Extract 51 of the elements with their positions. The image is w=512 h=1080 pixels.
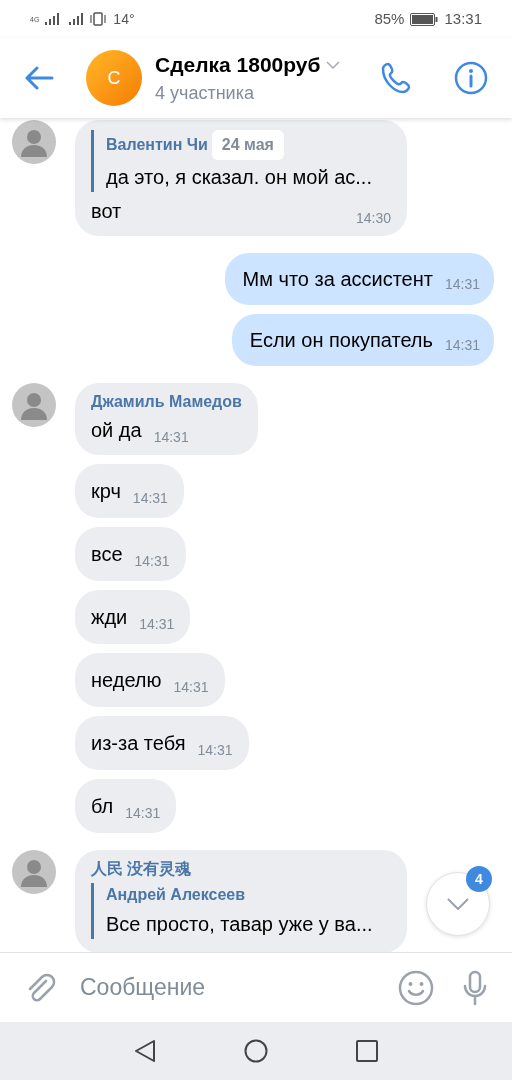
message-text: Мм что за ассистент: [242, 267, 433, 292]
sender-name: 人民 没有灵魂: [91, 858, 193, 879]
message-time: 14:31: [139, 614, 175, 634]
message-time: 14:31: [444, 274, 480, 294]
scroll-down-button[interactable]: [426, 872, 490, 936]
vibrate-icon: [89, 12, 108, 26]
person-silhouette-icon: [19, 127, 49, 157]
battery-percent: 85%: [374, 8, 405, 29]
sender-name: Джамиль Мамедов: [91, 392, 242, 412]
message-time: 14:31: [197, 740, 233, 760]
reply-text: Все просто, тавар уже у ва...: [106, 912, 374, 938]
message-text: все: [91, 541, 123, 567]
message-text: неделю: [91, 667, 162, 693]
reply-author: Валентин Чи: [106, 135, 208, 155]
message-text: ой да: [91, 417, 142, 443]
home-circle-icon[interactable]: [244, 1039, 268, 1063]
signal-icon: [69, 13, 84, 25]
unread-count-badge: 4: [466, 866, 492, 892]
info-icon[interactable]: [454, 61, 488, 95]
message-time: 14:31: [125, 803, 161, 823]
message-text: бл: [91, 793, 114, 819]
emoji-icon[interactable]: [398, 969, 434, 1006]
chevron-down-icon: [447, 898, 469, 910]
message-time: 14:31: [134, 551, 170, 571]
person-silhouette-icon: [19, 390, 49, 420]
temperature: 14°: [113, 9, 135, 29]
reply-author: Андрей Алексеев: [106, 885, 246, 906]
message-text: крч: [91, 478, 121, 504]
chevron-down-icon: [326, 60, 341, 69]
clock: 13:31: [444, 8, 482, 29]
signal-icon: [45, 13, 60, 25]
message-text: жди: [91, 604, 128, 630]
message-text: вот: [91, 199, 122, 224]
message-time: 14:31: [132, 488, 168, 508]
back-icon[interactable]: [24, 66, 54, 90]
message-time: 14:31: [444, 335, 480, 355]
chat-title: Сделка 1800руб: [155, 51, 321, 78]
message-text: из-за тебя: [91, 730, 186, 756]
chat-subtitle: 4 участника: [155, 82, 255, 106]
message-input[interactable]: Сообщение: [80, 970, 398, 1005]
message-time: 14:31: [153, 427, 189, 447]
recents-square-icon[interactable]: [356, 1040, 378, 1062]
back-triangle-icon[interactable]: [134, 1039, 156, 1063]
chat-avatar: С: [86, 50, 142, 106]
battery-icon: [410, 12, 439, 26]
reply-text: да это, я сказал. он мой ас...: [106, 165, 373, 190]
message-time: 14:31: [173, 677, 209, 697]
date-badge: 24 мая: [211, 130, 284, 160]
microphone-icon[interactable]: [462, 969, 488, 1006]
message-text: Если он покупатель: [249, 328, 433, 353]
message-time: 14:30: [355, 209, 391, 228]
